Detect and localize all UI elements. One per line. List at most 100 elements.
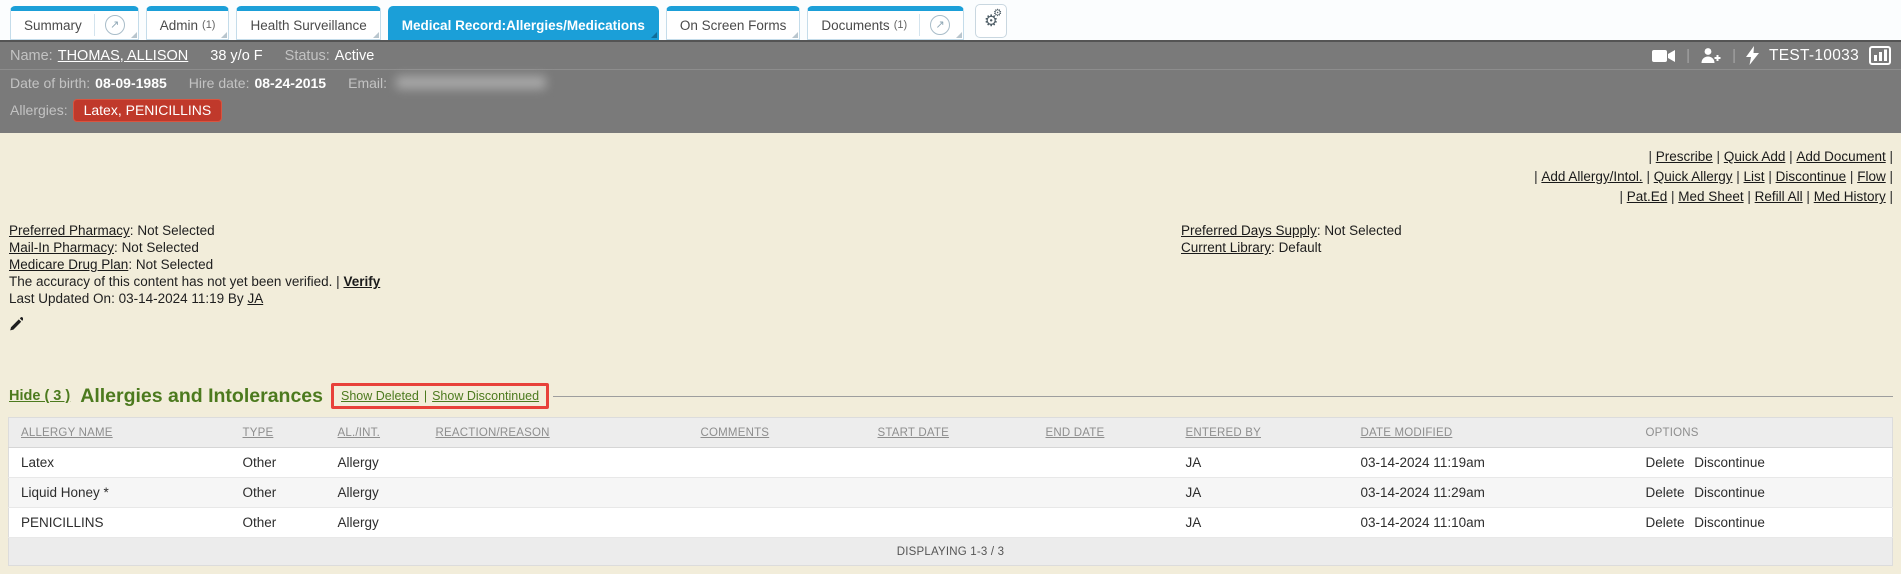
- list-link[interactable]: List: [1744, 169, 1765, 184]
- hire-date-value: 08-24-2015: [254, 75, 326, 91]
- cell-start-date: [866, 478, 1034, 508]
- header-rule: [553, 396, 1893, 397]
- displaying-count: DISPLAYING 1-3 / 3: [9, 538, 1893, 566]
- discontinue-link[interactable]: Discontinue: [1694, 455, 1765, 470]
- tab-label: Admin: [160, 18, 198, 33]
- current-library-line: Current Library: Default: [1181, 239, 1402, 256]
- cell-reaction: [424, 478, 689, 508]
- lightning-bolt-icon[interactable]: [1746, 46, 1759, 65]
- tab-documents[interactable]: Documents (1) ↗: [807, 6, 964, 40]
- options-header: OPTIONS: [1646, 427, 1699, 439]
- refill-all-link[interactable]: Refill All: [1755, 189, 1803, 204]
- medicare-plan-link[interactable]: Medicare Drug Plan: [9, 257, 128, 272]
- col-date-modified: DATE MODIFIED: [1349, 418, 1634, 448]
- tab-summary[interactable]: Summary ↗: [10, 6, 139, 40]
- cell-allergy-name: Latex: [9, 448, 231, 478]
- days-supply-link[interactable]: Preferred Days Supply: [1181, 223, 1317, 238]
- add-person-icon[interactable]: [1700, 47, 1722, 64]
- show-deleted-link[interactable]: Show Deleted: [341, 389, 419, 403]
- main-content: | Prescribe | Quick Add | Add Document |…: [0, 133, 1901, 574]
- mailin-pharmacy-link[interactable]: Mail-In Pharmacy: [9, 240, 114, 255]
- verify-link[interactable]: Verify: [343, 274, 380, 289]
- preferred-pharmacy-line: Preferred Pharmacy: Not Selected: [9, 222, 380, 239]
- cell-comments: [689, 478, 866, 508]
- sort-date-modified[interactable]: DATE MODIFIED: [1361, 427, 1453, 439]
- tab-on-screen-forms[interactable]: On Screen Forms: [666, 6, 801, 40]
- prescribe-link[interactable]: Prescribe: [1656, 149, 1713, 164]
- section-title: Allergies and Intolerances: [80, 385, 323, 408]
- cell-comments: [689, 508, 866, 538]
- sort-reaction[interactable]: REACTION/REASON: [436, 427, 550, 439]
- med-sheet-link[interactable]: Med Sheet: [1678, 189, 1743, 204]
- delete-link[interactable]: Delete: [1646, 515, 1685, 530]
- medicare-plan-value: Not Selected: [136, 257, 213, 272]
- quick-allergy-link[interactable]: Quick Allergy: [1654, 169, 1733, 184]
- cell-reaction: [424, 448, 689, 478]
- sort-al-int[interactable]: AL./INT.: [338, 427, 381, 439]
- status-label: Status:: [285, 48, 330, 64]
- col-reaction: REACTION/REASON: [424, 418, 689, 448]
- patient-name-link[interactable]: THOMAS, ALLISON: [58, 48, 189, 64]
- edit-pencil-icon[interactable]: [8, 315, 23, 336]
- sort-entered-by[interactable]: ENTERED BY: [1186, 427, 1262, 439]
- sort-comments[interactable]: COMMENTS: [701, 427, 770, 439]
- cell-date-modified: 03-14-2024 11:10am: [1349, 508, 1634, 538]
- col-options: OPTIONS: [1634, 418, 1893, 448]
- email-value-redacted: [396, 76, 546, 89]
- delete-link[interactable]: Delete: [1646, 485, 1685, 500]
- add-document-link[interactable]: Add Document: [1796, 149, 1885, 164]
- table-header-row: ALLERGY NAME TYPE AL./INT. REACTION/REAS…: [9, 418, 1893, 448]
- table-row: Liquid Honey * Other Allergy JA 03-14-20…: [9, 478, 1893, 508]
- cell-type: Other: [231, 448, 326, 478]
- discontinue-link[interactable]: Discontinue: [1694, 485, 1765, 500]
- cell-reaction: [424, 508, 689, 538]
- cell-end-date: [1034, 478, 1174, 508]
- flow-link[interactable]: Flow: [1857, 169, 1886, 184]
- sort-allergy-name[interactable]: ALLERGY NAME: [21, 427, 113, 439]
- tab-label: Medical Record:Allergies/Medications: [402, 18, 645, 33]
- sort-end-date[interactable]: END DATE: [1046, 427, 1105, 439]
- cell-start-date: [866, 508, 1034, 538]
- hide-count-link[interactable]: Hide ( 3 ): [9, 388, 70, 404]
- bar-chart-icon[interactable]: [1869, 46, 1891, 65]
- last-updated-by-link[interactable]: JA: [247, 291, 263, 306]
- tab-count-badge: (1): [202, 19, 215, 31]
- header-separator: |: [1686, 47, 1690, 64]
- col-end-date: END DATE: [1034, 418, 1174, 448]
- settings-button[interactable]: ⚙ ⚙: [975, 4, 1007, 38]
- table-row: Latex Other Allergy JA 03-14-2024 11:19a…: [9, 448, 1893, 478]
- allergies-table-wrap: ALLERGY NAME TYPE AL./INT. REACTION/REAS…: [8, 417, 1893, 566]
- tab-divider: [94, 14, 95, 36]
- email-label: Email:: [348, 75, 387, 91]
- tab-label: Summary: [24, 18, 82, 33]
- cell-entered-by: JA: [1174, 478, 1349, 508]
- tab-medical-record-allergies-medications[interactable]: Medical Record:Allergies/Medications: [388, 6, 659, 40]
- show-discontinued-link[interactable]: Show Discontinued: [432, 389, 539, 403]
- patient-header: Name: THOMAS, ALLISON 38 y/o F Status: A…: [0, 40, 1901, 133]
- delete-link[interactable]: Delete: [1646, 455, 1685, 470]
- video-camera-icon[interactable]: [1652, 48, 1676, 64]
- popout-icon[interactable]: ↗: [105, 15, 125, 35]
- dob-label: Date of birth:: [10, 75, 90, 91]
- current-library-link[interactable]: Current Library: [1181, 240, 1271, 255]
- tab-admin[interactable]: Admin (1): [146, 6, 230, 40]
- discontinue-link[interactable]: Discontinue: [1776, 169, 1847, 184]
- action-links-row1: | Prescribe | Quick Add | Add Document |: [1534, 147, 1893, 167]
- pat-ed-link[interactable]: Pat.Ed: [1627, 189, 1668, 204]
- preferred-pharmacy-value: Not Selected: [137, 223, 214, 238]
- tab-health-surveillance[interactable]: Health Surveillance: [236, 6, 380, 40]
- sort-start-date[interactable]: START DATE: [878, 427, 949, 439]
- mailin-pharmacy-value: Not Selected: [122, 240, 199, 255]
- popout-icon[interactable]: ↗: [930, 15, 950, 35]
- preferred-pharmacy-link[interactable]: Preferred Pharmacy: [9, 223, 130, 238]
- cell-options: Delete Discontinue: [1634, 508, 1893, 538]
- allergies-badge[interactable]: Latex, PENICILLINS: [73, 99, 223, 122]
- add-allergy-intol-link[interactable]: Add Allergy/Intol.: [1541, 169, 1642, 184]
- discontinue-link[interactable]: Discontinue: [1694, 515, 1765, 530]
- sort-type[interactable]: TYPE: [243, 427, 274, 439]
- quick-add-link[interactable]: Quick Add: [1724, 149, 1786, 164]
- col-al-int: AL./INT.: [326, 418, 424, 448]
- gear-small-icon: ⚙: [993, 8, 1002, 19]
- med-history-link[interactable]: Med History: [1814, 189, 1886, 204]
- col-start-date: START DATE: [866, 418, 1034, 448]
